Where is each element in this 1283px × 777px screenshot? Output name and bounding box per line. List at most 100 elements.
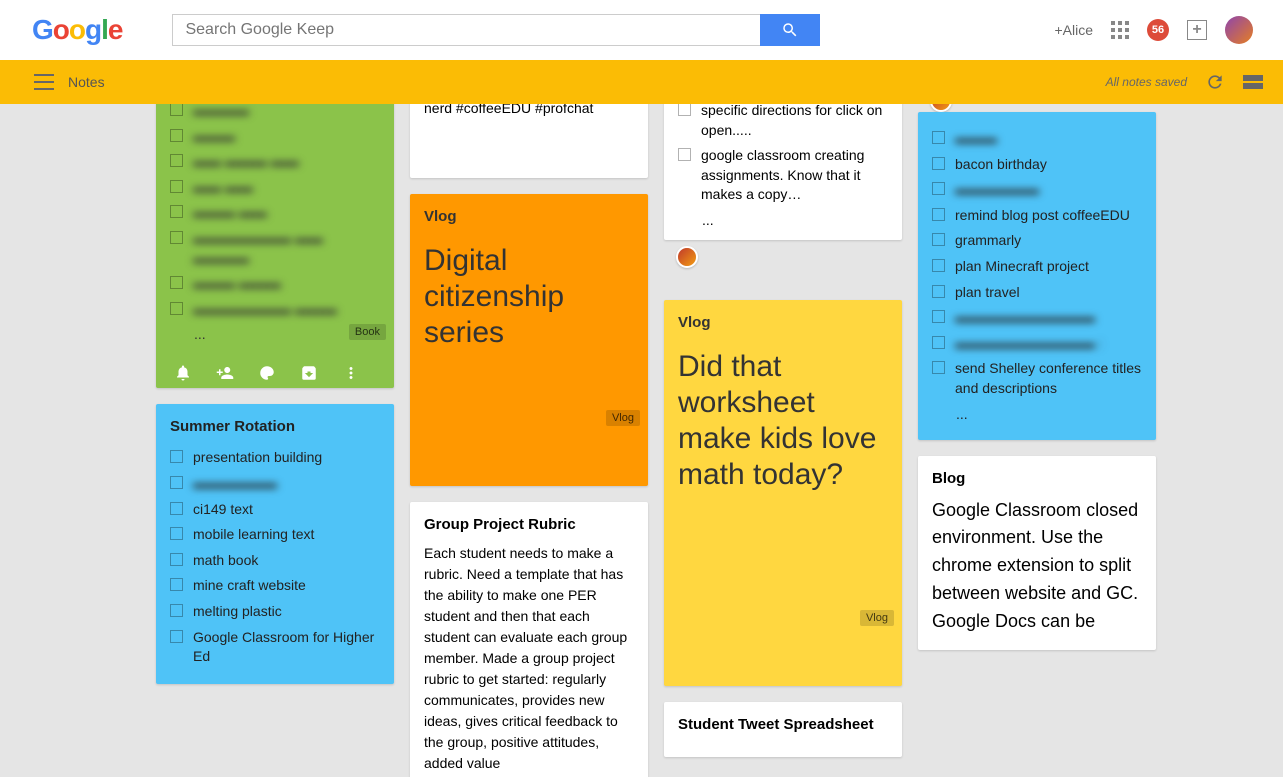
checkbox-icon[interactable] [932,310,945,323]
list-item: ▬▬▬▬ [170,104,380,124]
list-item: remind blog post coffeeEDU [932,203,1142,229]
list-item: presentation building [170,445,380,471]
top-header: Google +Alice 56 + [0,0,1283,60]
search-box [172,14,820,46]
search-icon [781,21,799,39]
view-toggle-icon[interactable] [1243,75,1263,89]
list-item: ▬▬▬▬▬▬ [170,471,380,497]
list-item: ▬▬▬ ▬▬▬ [170,271,380,297]
list-item: ▬▬ ▬▬▬ ▬▬ [170,149,380,175]
toolbar-right: All notes saved [1106,72,1263,92]
checkbox-icon[interactable] [170,180,183,193]
checkbox-icon[interactable] [170,553,183,566]
archive-icon[interactable] [300,364,318,382]
list-item: ▬▬ ▬▬ [170,175,380,201]
note-title: Blog [932,470,1142,487]
checkbox-icon[interactable] [932,361,945,374]
list-item: ▬▬▬▬▬▬▬ ▬▬▬ [170,297,380,323]
checkbox-icon[interactable] [170,154,183,167]
checklist: specific directions for click on open...… [678,104,888,208]
checkbox-icon[interactable] [170,502,183,515]
checkbox-icon[interactable] [170,205,183,218]
note-card[interactable]: Vlog Did that worksheet make kids love m… [664,300,902,686]
note-card[interactable]: ▬▬▬▬ ▬▬▬ ▬▬ ▬▬▬ ▬▬ ▬▬ ▬▬ ▬▬▬ ▬▬ ▬▬▬▬▬▬▬ … [156,104,394,388]
note-title: Vlog [424,208,634,225]
checkbox-icon[interactable] [932,157,945,170]
reminder-icon[interactable] [174,364,192,382]
checkbox-icon[interactable] [170,578,183,591]
list-item: ▬▬▬ ▬▬ [170,200,380,226]
note-title: Summer Rotation [170,418,380,435]
note-card[interactable]: Vlog Digital citizenship series Vlog [410,194,648,486]
list-item: ▬▬▬▬▬▬▬▬▬▬ [932,305,1142,331]
toolbar-title: Notes [68,74,105,90]
color-icon[interactable] [258,364,276,382]
plus-user-link[interactable]: +Alice [1054,22,1093,38]
refresh-icon[interactable] [1205,72,1225,92]
list-item: ▬▬▬▬▬▬▬▬▬▬ : [932,331,1142,357]
note-body: Digital citizenship series [424,243,634,351]
note-tag[interactable]: Vlog [606,410,640,426]
checkbox-icon[interactable] [170,104,183,116]
list-item: ▬▬▬▬▬▬▬ ▬▬ ▬▬▬▬ [170,226,380,271]
share-icon[interactable]: + [1187,20,1207,40]
checkbox-icon[interactable] [170,476,183,489]
checkbox-icon[interactable] [932,336,945,349]
checkbox-icon[interactable] [932,233,945,246]
note-body: Did that worksheet make kids love math t… [678,349,888,493]
checkbox-icon[interactable] [170,129,183,142]
collaborator-icon[interactable] [216,364,234,382]
note-title: Vlog [678,314,888,331]
collaborator-avatar[interactable] [930,104,952,112]
checkbox-icon[interactable] [932,285,945,298]
note-card[interactable]: Blog Google Classroom closed environment… [918,456,1156,650]
list-item: plan travel [932,280,1142,306]
google-logo: Google [32,14,122,46]
note-card[interactable]: Student Tweet Spreadsheet [664,702,902,757]
checklist: ▬▬▬▬ ▬▬▬ ▬▬ ▬▬▬ ▬▬ ▬▬ ▬▬ ▬▬▬ ▬▬ ▬▬▬▬▬▬▬ … [170,104,380,322]
checkbox-icon[interactable] [932,182,945,195]
notifications-badge[interactable]: 56 [1147,19,1169,41]
note-card[interactable]: Group Project Rubric Each student needs … [410,502,648,777]
menu-icon[interactable] [34,74,54,90]
checkbox-icon[interactable] [678,104,691,116]
note-tag[interactable]: Book [349,324,386,340]
checkbox-icon[interactable] [170,231,183,244]
checkbox-icon[interactable] [170,527,183,540]
notes-grid: ▬▬▬▬ ▬▬▬ ▬▬ ▬▬▬ ▬▬ ▬▬ ▬▬ ▬▬▬ ▬▬ ▬▬▬▬▬▬▬ … [0,104,1283,777]
list-item: ▬▬▬ [170,124,380,150]
checkbox-icon[interactable] [170,276,183,289]
checkbox-icon[interactable] [932,131,945,144]
note-card[interactable]: ▬▬▬ bacon birthday ▬▬▬▬▬▬ remind blog po… [918,112,1156,440]
checkbox-icon[interactable] [678,148,691,161]
checkbox-icon[interactable] [170,630,183,643]
top-right-controls: +Alice 56 + [1054,16,1253,44]
list-item: mine craft website [170,573,380,599]
search-input[interactable] [172,14,760,46]
note-body: Google Classroom closed environment. Use… [932,497,1142,636]
checkbox-icon[interactable] [932,208,945,221]
note-card[interactable]: specific directions for click on open...… [664,104,902,240]
checkbox-icon[interactable] [170,450,183,463]
checkbox-icon[interactable] [170,302,183,315]
list-item: specific directions for click on open...… [678,104,888,143]
checkbox-icon[interactable] [932,259,945,272]
note-card[interactable]: nerd #coffeeEDU #profchat [410,104,648,178]
user-avatar[interactable] [1225,16,1253,44]
note-title: Student Tweet Spreadsheet [678,716,888,733]
apps-icon[interactable] [1111,21,1129,39]
list-item: ▬▬▬ [932,126,1142,152]
more-icon[interactable] [342,364,360,382]
checkbox-icon[interactable] [170,604,183,617]
list-item: ci149 text [170,497,380,523]
search-button[interactable] [760,14,820,46]
note-body: Each student needs to make a rubric. Nee… [424,543,634,774]
collaborator-avatar[interactable] [676,246,698,268]
list-item: send Shelley conference titles and descr… [932,356,1142,401]
note-card[interactable]: Summer Rotation presentation building ▬▬… [156,404,394,683]
note-tag[interactable]: Vlog [860,610,894,626]
list-item: ▬▬▬▬▬▬ [932,177,1142,203]
checklist: ▬▬▬ bacon birthday ▬▬▬▬▬▬ remind blog po… [932,126,1142,402]
note-title: Group Project Rubric [424,516,634,533]
list-item: Google Classroom for Higher Ed [170,625,380,670]
